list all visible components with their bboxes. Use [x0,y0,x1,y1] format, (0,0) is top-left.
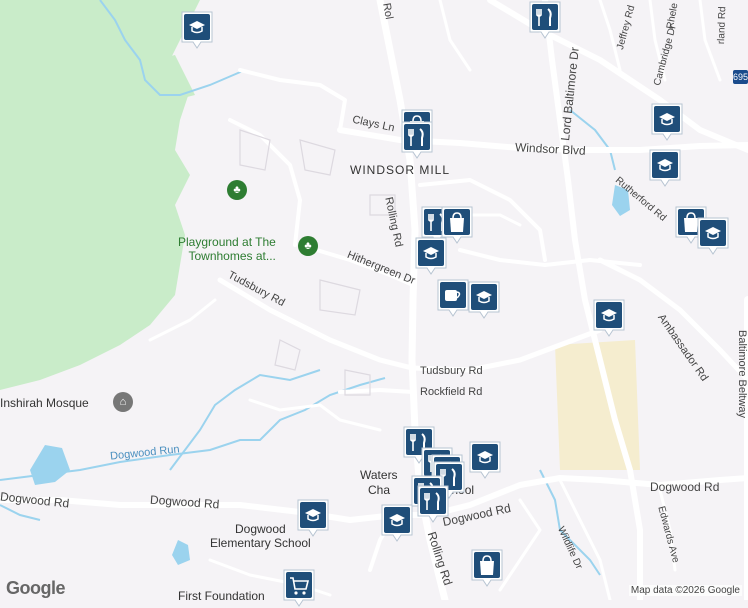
road-misc-15 [438,0,472,72]
road-misc-1 [238,68,347,132]
park-tree-icon[interactable]: ♣ [227,180,247,200]
school-marker-icon[interactable] [468,440,502,480]
school-marker-icon[interactable] [414,236,448,276]
lake [30,445,70,485]
road-misc-4 [458,248,642,267]
waters-school-line2: Cha [368,483,391,497]
stream-4 [569,109,616,171]
area-label-windsor-mill: WINDSOR MILL [350,163,451,177]
school-marker-icon[interactable] [380,503,414,543]
stream-5 [0,504,41,521]
waters-school-line1: Waters [360,468,398,482]
playground-label-line1: Playground at The [178,235,276,249]
rockfield-rd [338,388,415,394]
mosque-icon[interactable]: ⌂ [113,392,133,412]
cul-de-sac-1 [239,129,271,171]
school-marker-icon[interactable] [296,498,330,538]
playground-label-line2: Townhomes at... [188,249,276,263]
pond [172,540,190,565]
stream-2 [169,369,321,471]
restaurant-marker-icon[interactable] [528,0,562,40]
cul-de-sac-4 [319,279,361,316]
school-marker-icon[interactable] [650,102,684,142]
road-label-tudsbury-rd-east: Tudsbury Rd [420,365,483,377]
playground-tree-icon[interactable]: ♣ [298,236,318,256]
highway-shield-icon: 695 [733,70,748,84]
road-label-baltimore-beltway: Baltimore Beltway [736,330,748,419]
map-attribution[interactable]: Map data ©2026 Google [628,585,742,596]
road-label-rland-rd: rland Rd [716,6,729,45]
road-label-rolling-rd-top: Rol [380,2,395,21]
school-marker-icon[interactable] [467,280,501,320]
dogwood-school-line2: Elementary School [210,536,311,550]
google-logo: Google [6,578,66,598]
school-marker-icon[interactable] [648,148,682,188]
restaurant-marker-icon[interactable] [416,484,450,524]
road-misc-12 [248,398,382,432]
road-label-dogwood-rd-east: Dogwood Rd [650,480,720,494]
map-canvas[interactable] [0,0,748,600]
school-marker-icon[interactable] [696,216,730,256]
cul-de-sac-2 [299,139,336,176]
grocery-marker-icon[interactable] [282,568,316,608]
road-label-rockfield-rd: Rockfield Rd [420,386,483,398]
road-misc-14 [468,213,522,227]
cafe-marker-icon[interactable] [436,278,470,318]
playground-label[interactable]: Playground at The Townhomes at... [178,235,276,263]
cul-de-sac-6 [274,339,301,371]
school-marker-icon[interactable] [180,10,214,50]
mosque-label[interactable]: Inshirah Mosque [0,396,89,410]
restaurant-marker-icon[interactable] [400,120,434,160]
shopping-marker-icon[interactable] [470,548,504,588]
waters-school-label[interactable]: Waters [360,468,398,482]
first-foundation-label[interactable]: First Foundation [178,589,265,603]
school-marker-icon[interactable] [592,298,626,338]
